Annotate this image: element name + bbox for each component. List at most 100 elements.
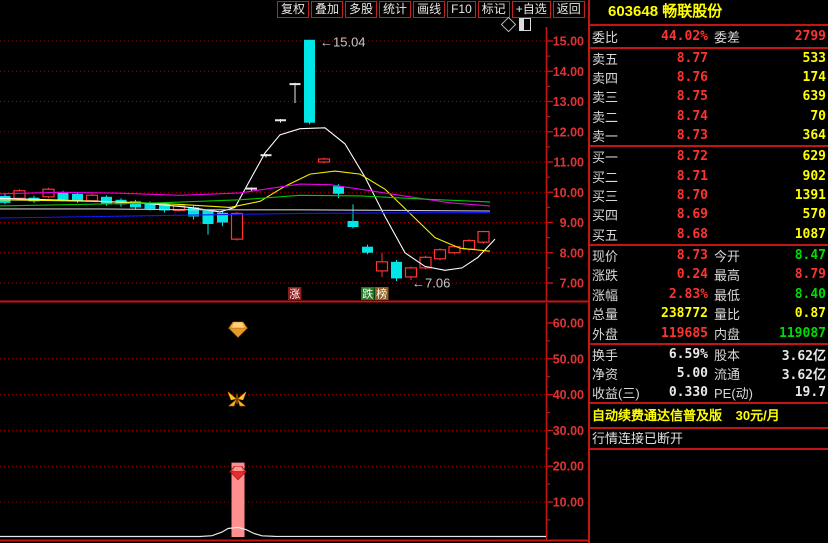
quote-label: 最低 bbox=[708, 285, 768, 304]
butterfly-body bbox=[236, 393, 239, 404]
stock-title: 603648 畅联股份 bbox=[590, 0, 828, 26]
stock-name: 畅联股份 bbox=[662, 3, 722, 20]
ask-price: 8.73 bbox=[642, 128, 708, 143]
quote-label: 涨跌 bbox=[592, 265, 642, 284]
weibi-value: 44.02% bbox=[642, 29, 708, 44]
fin-row: 收益(三)0.330PE(动)19.7 bbox=[590, 383, 828, 402]
candle-body bbox=[304, 40, 315, 123]
quote-label: 今开 bbox=[708, 246, 768, 265]
rank-tag-label[interactable]: 榜 bbox=[376, 287, 387, 301]
bid-row: 买五8.681087 bbox=[590, 225, 828, 244]
rank-tag[interactable]: 涨 bbox=[288, 287, 302, 301]
bid-volume: 1087 bbox=[708, 227, 826, 242]
butterfly-marker bbox=[228, 392, 246, 406]
fin-value: 6.59% bbox=[642, 347, 708, 362]
ask-volume: 364 bbox=[708, 128, 826, 143]
quote-panel: 603648 畅联股份 委比 44.02% 委差 2799 卖五8.77533卖… bbox=[588, 0, 828, 543]
quote-stats: 现价8.73今开8.47涨跌0.24最高8.79涨幅2.83%最低8.40总量2… bbox=[590, 246, 828, 345]
candle bbox=[304, 40, 315, 124]
price-axis-label: 8.00 bbox=[560, 246, 584, 260]
indicator-axis-label: 40.00 bbox=[553, 388, 584, 402]
quote-label: 总量 bbox=[592, 304, 642, 323]
rank-tags: 涨 跌榜 bbox=[288, 287, 389, 301]
candle bbox=[203, 209, 214, 235]
toolbar: 复权叠加多股统计画线F10标记+自选返回 bbox=[277, 1, 585, 18]
toolbar-button-复权[interactable]: 复权 bbox=[277, 1, 309, 18]
price-axis-label: 12.00 bbox=[553, 125, 584, 139]
ask-row: 卖二8.7470 bbox=[590, 107, 828, 126]
toolbar-button-标记[interactable]: 标记 bbox=[478, 1, 510, 18]
bid-price: 8.70 bbox=[642, 188, 708, 203]
candles bbox=[0, 40, 489, 281]
notice-fee: 30元/月 bbox=[736, 408, 780, 423]
fin-value: 19.7 bbox=[768, 385, 826, 400]
candle-body bbox=[362, 247, 373, 253]
ask-volume: 70 bbox=[708, 109, 826, 124]
candle-body bbox=[58, 192, 69, 200]
bid-row: 买一8.72629 bbox=[590, 147, 828, 166]
stock-code: 603648 bbox=[608, 3, 658, 20]
tdx-stock-screen: 15.0014.0013.0012.0011.0010.009.008.007.… bbox=[0, 0, 828, 543]
indicator-gridlines bbox=[0, 359, 546, 502]
fin-value: 3.62亿 bbox=[768, 364, 826, 383]
quote-value: 8.47 bbox=[768, 248, 826, 263]
ma-blue bbox=[0, 213, 490, 219]
connection-status: 行情连接已断开 bbox=[590, 429, 828, 450]
fin-label: 流通 bbox=[708, 364, 768, 383]
weibi-section: 委比 44.02% 委差 2799 bbox=[590, 26, 828, 49]
price-axis: 15.0014.0013.0012.0011.0010.009.008.007.… bbox=[546, 27, 584, 301]
quote-value: 8.40 bbox=[768, 287, 826, 302]
weibi-row: 委比 44.02% 委差 2799 bbox=[590, 26, 828, 47]
quote-value: 0.24 bbox=[642, 267, 708, 282]
candle bbox=[217, 211, 228, 226]
page-icon[interactable] bbox=[519, 18, 531, 31]
toolbar-button-画线[interactable]: 画线 bbox=[413, 1, 445, 18]
gem-pavilion bbox=[229, 328, 247, 337]
ask-label: 卖一 bbox=[592, 126, 642, 145]
quote-label: 现价 bbox=[592, 246, 642, 265]
bid-label: 买一 bbox=[592, 147, 642, 166]
bid-volume: 902 bbox=[708, 169, 826, 184]
quote-row: 涨跌0.24最高8.79 bbox=[590, 265, 828, 284]
toolbar-button-+自选[interactable]: +自选 bbox=[512, 1, 551, 18]
quote-value: 2.83% bbox=[642, 287, 708, 302]
candlestick-and-indicator-chart: 15.0014.0013.0012.0011.0010.009.008.007.… bbox=[0, 0, 588, 543]
ask-row: 卖三8.75639 bbox=[590, 87, 828, 106]
candle bbox=[377, 253, 388, 277]
quote-label: 最高 bbox=[708, 265, 768, 284]
fin-row: 换手6.59%股本3.62亿 bbox=[590, 345, 828, 364]
quote-value: 119087 bbox=[768, 326, 826, 341]
indicator-axis-label: 30.00 bbox=[553, 424, 584, 438]
ask-volume: 533 bbox=[708, 51, 826, 66]
candle-body bbox=[101, 197, 112, 205]
ask-levels: 卖五8.77533卖四8.76174卖三8.75639卖二8.7470卖一8.7… bbox=[590, 49, 828, 147]
bid-price: 8.68 bbox=[642, 227, 708, 242]
candle bbox=[290, 83, 301, 103]
subscription-notice[interactable]: 自动续费通达信普及版 30元/月 bbox=[590, 404, 828, 429]
diamond-icon[interactable] bbox=[501, 17, 517, 33]
fin-label: 净资 bbox=[592, 364, 642, 383]
fin-value: 5.00 bbox=[642, 366, 708, 381]
weicha-label: 委差 bbox=[708, 27, 768, 46]
quote-value: 8.79 bbox=[768, 267, 826, 282]
candle bbox=[391, 260, 402, 281]
bid-price: 8.71 bbox=[642, 169, 708, 184]
toolbar-button-统计[interactable]: 统计 bbox=[379, 1, 411, 18]
rank-tag-label[interactable]: 涨 bbox=[289, 288, 300, 301]
candle-body bbox=[391, 262, 402, 279]
quote-value: 238772 bbox=[642, 306, 708, 321]
bid-label: 买二 bbox=[592, 167, 642, 186]
toolbar-button-返回[interactable]: 返回 bbox=[553, 1, 585, 18]
rank-tag-label[interactable]: 跌 bbox=[362, 287, 373, 301]
price-axis-label: 11.00 bbox=[553, 156, 584, 170]
rank-tag[interactable]: 跌 bbox=[361, 287, 375, 301]
toolbar-button-多股[interactable]: 多股 bbox=[345, 1, 377, 18]
fin-row: 净资5.00流通3.62亿 bbox=[590, 364, 828, 383]
quote-row: 涨幅2.83%最低8.40 bbox=[590, 285, 828, 304]
toolbar-button-叠加[interactable]: 叠加 bbox=[311, 1, 343, 18]
toolbar-button-F10[interactable]: F10 bbox=[447, 1, 476, 18]
bid-levels: 买一8.72629买二8.71902买三8.701391买四8.69570买五8… bbox=[590, 147, 828, 246]
bid-label: 买四 bbox=[592, 205, 642, 224]
rank-tag[interactable]: 榜 bbox=[375, 287, 389, 301]
candle-body bbox=[435, 250, 446, 259]
